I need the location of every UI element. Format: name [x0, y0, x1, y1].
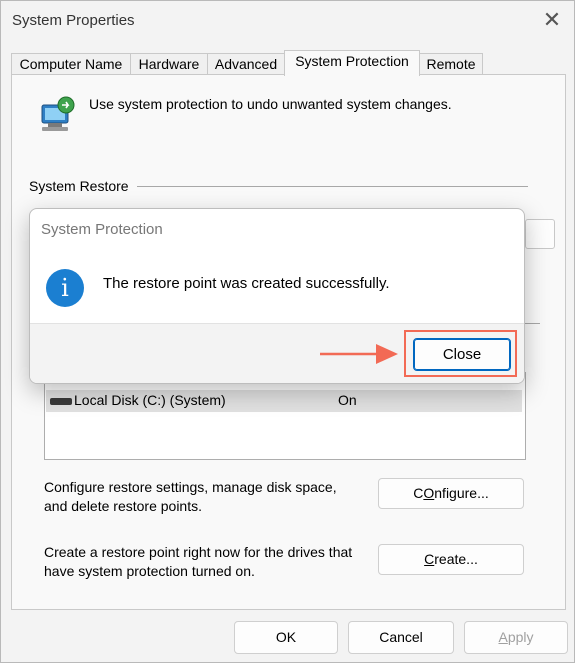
- tab-hardware[interactable]: Hardware: [130, 53, 208, 75]
- window-close-icon[interactable]: ✕: [539, 7, 565, 33]
- close-button[interactable]: Close: [413, 338, 511, 371]
- create-desc-line-1: Create a restore point right now for the…: [44, 544, 353, 560]
- apply-label-accel: A: [498, 629, 508, 645]
- dialog-buttons: OK Cancel Apply: [1, 608, 574, 662]
- cancel-button[interactable]: Cancel: [348, 621, 454, 654]
- group-divider: [137, 186, 528, 187]
- dialog-message: The restore point was created successful…: [103, 275, 390, 292]
- dialog-footer: Close: [30, 323, 524, 383]
- configure-desc-line-2: and delete restore points.: [44, 498, 202, 514]
- create-button[interactable]: Create...: [378, 544, 524, 575]
- apply-button[interactable]: Apply: [464, 621, 568, 654]
- configure-label-pre: C: [413, 485, 424, 501]
- ok-button[interactable]: OK: [234, 621, 338, 654]
- intro-text: Use system protection to undo unwanted s…: [89, 96, 452, 112]
- configure-label-post: nfigure...: [434, 485, 489, 501]
- window-title: System Properties: [12, 12, 135, 29]
- arrow-right-icon: [320, 344, 398, 364]
- system-protection-icon: [41, 96, 75, 131]
- configure-label-accel: O: [423, 485, 435, 501]
- tab-remote[interactable]: Remote: [419, 53, 483, 75]
- configure-description: Configure restore settings, manage disk …: [44, 478, 364, 516]
- drive-name: Local Disk (C:) (System): [74, 392, 226, 408]
- tab-advanced[interactable]: Advanced: [207, 53, 285, 75]
- title-bar: System Properties ✕: [1, 1, 574, 41]
- tab-system-protection[interactable]: System Protection: [284, 50, 420, 76]
- drive-icon: [50, 398, 72, 405]
- system-restore-label: System Restore: [29, 178, 133, 194]
- apply-label-post: pply: [507, 629, 534, 645]
- configure-desc-line-1: Configure restore settings, manage disk …: [44, 479, 337, 495]
- system-restore-button[interactable]: [525, 219, 555, 249]
- system-protection-dialog: System Protection i The restore point wa…: [29, 208, 525, 384]
- create-desc-line-2: have system protection turned on.: [44, 563, 255, 579]
- tab-computer-name[interactable]: Computer Name: [11, 53, 131, 75]
- dialog-title: System Protection: [41, 221, 163, 238]
- create-label-accel: C: [424, 551, 435, 567]
- configure-button[interactable]: COnfigure...: [378, 478, 524, 509]
- info-icon: i: [46, 269, 84, 307]
- drive-protection-status: On: [338, 392, 357, 408]
- drive-list[interactable]: Local Disk (C:) (System) On: [44, 372, 526, 460]
- list-item[interactable]: Local Disk (C:) (System) On: [46, 390, 522, 412]
- create-description: Create a restore point right now for the…: [44, 543, 364, 581]
- create-label-post: reate...: [434, 551, 478, 567]
